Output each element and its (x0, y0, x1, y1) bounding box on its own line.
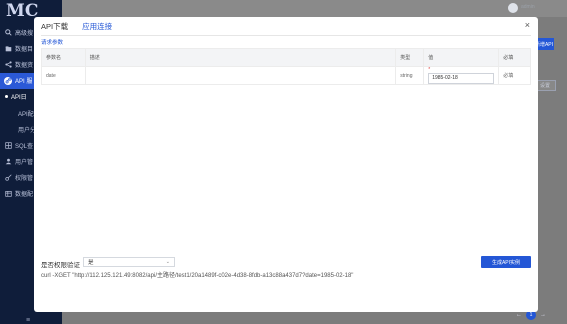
chevron-down-icon: ⌄ (165, 259, 170, 265)
close-icon[interactable]: × (525, 20, 530, 30)
dialog-tabs: API下载 应用连接 (41, 21, 113, 36)
table-header-row: 参数名 描述 类型 值 必填 (41, 48, 531, 67)
generate-api-instance-button[interactable]: 生成API实例 (481, 256, 531, 268)
params-table: 参数名 描述 类型 值 必填 date string * 1985-02-18 … (41, 48, 531, 85)
link-icon (4, 76, 12, 85)
search-icon (4, 28, 12, 36)
permission-label: 是否权限验证 (41, 262, 80, 269)
collapse-menu-icon[interactable]: ≡ (26, 317, 30, 324)
tab-divider (41, 35, 531, 36)
folder-icon (4, 44, 12, 52)
sidebar-item-label: API日 (11, 95, 27, 102)
column-header-description: 描述 (84, 48, 397, 67)
tab-api-download[interactable]: API下载 (41, 21, 68, 36)
username[interactable]: admin (521, 4, 535, 10)
tab-app-connection[interactable]: 应用连接 (82, 21, 113, 36)
param-type-cell: string (395, 66, 425, 85)
param-name-cell: date (41, 66, 86, 85)
param-description-cell (84, 66, 397, 85)
curl-command: curl -XGET "http://112.125.121.49:8082/a… (41, 273, 354, 279)
table-row: date string * 1985-02-18 必填 (41, 66, 531, 85)
column-header-value: 值 (423, 48, 500, 67)
sidebar-item-label: 高级搜 (15, 30, 34, 37)
permission-select[interactable]: 是 ⌄ (83, 257, 175, 267)
top-bar (62, 0, 567, 17)
database-icon (4, 190, 12, 198)
bullet-icon (5, 95, 8, 99)
sidebar-item-label: SQL查 (15, 143, 34, 150)
share-icon (4, 60, 12, 68)
sidebar-item-label: API 服 (15, 79, 33, 86)
api-dialog: API下载 应用连接 × 请求参数 参数名 描述 类型 值 必填 date st… (34, 17, 538, 312)
column-header-required: 必填 (498, 48, 531, 67)
sidebar-item-label: 权限管 (15, 176, 34, 183)
param-value-cell: * 1985-02-18 (423, 66, 500, 85)
pager-next-icon: → (540, 312, 546, 318)
param-value-input[interactable]: 1985-02-18 (428, 73, 495, 84)
sidebar-item-label: 数据配 (15, 192, 34, 199)
column-header-name: 参数名 (41, 48, 86, 67)
sidebar-item-label: 用户管 (15, 160, 34, 167)
sidebar-item-label: 数据目 (15, 46, 34, 53)
sidebar-item-label: 数据资 (15, 62, 34, 69)
pager-prev-icon: ← (516, 312, 522, 318)
key-icon (4, 174, 12, 182)
permission-select-value: 是 (88, 260, 94, 266)
column-header-type: 类型 (395, 48, 425, 67)
avatar[interactable] (508, 3, 518, 13)
section-title: 请求参数 (41, 40, 64, 46)
user-icon (4, 158, 12, 166)
param-required-cell: 必填 (498, 66, 531, 85)
table-icon (4, 141, 12, 149)
